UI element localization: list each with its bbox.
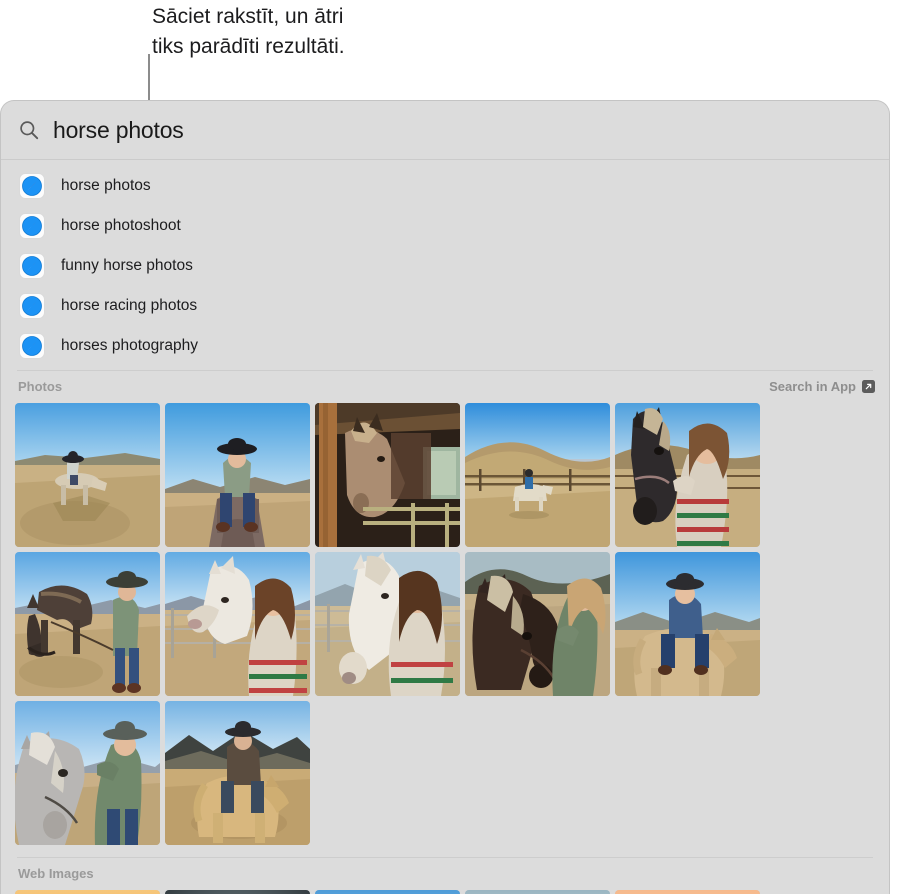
search-input-value[interactable]: horse photos: [53, 117, 184, 144]
web-images-thumbnail-grid: [1, 888, 889, 894]
safari-compass-icon: [19, 333, 45, 359]
photo-thumbnail[interactable]: [165, 701, 310, 845]
search-in-app-button[interactable]: Search in App: [769, 379, 875, 394]
photo-thumbnail[interactable]: [615, 552, 760, 696]
web-image-thumbnail[interactable]: [465, 890, 610, 894]
photo-thumbnail[interactable]: [465, 552, 610, 696]
photo-thumbnail[interactable]: [315, 552, 460, 696]
search-icon: [20, 121, 39, 140]
search-field[interactable]: horse photos: [1, 101, 889, 159]
web-image-thumbnail[interactable]: [15, 890, 160, 894]
web-images-section-title: Web Images: [18, 865, 94, 881]
suggestion-label: horses photography: [61, 337, 199, 354]
suggestion-label: horse racing photos: [61, 297, 198, 314]
search-in-app-label: Search in App: [769, 378, 856, 394]
photos-thumbnail-grid: [1, 401, 889, 845]
photo-thumbnail[interactable]: [15, 403, 160, 547]
photo-thumbnail[interactable]: [165, 552, 310, 696]
web-image-thumbnail[interactable]: [315, 890, 460, 894]
suggestion-item[interactable]: horses photography: [1, 326, 889, 366]
suggestion-label: funny horse photos: [61, 257, 193, 274]
web-image-thumbnail[interactable]: [165, 890, 310, 894]
photo-thumbnail[interactable]: [165, 403, 310, 547]
photos-section-header: Photos Search in App: [1, 371, 889, 401]
external-link-arrow-icon: [862, 379, 875, 393]
photo-thumbnail[interactable]: [465, 403, 610, 547]
photo-thumbnail[interactable]: [315, 403, 460, 547]
suggestion-item[interactable]: horse racing photos: [1, 286, 889, 326]
web-image-thumbnail[interactable]: [615, 890, 760, 894]
suggestion-item[interactable]: horse photos: [1, 166, 889, 206]
photo-thumbnail[interactable]: [15, 552, 160, 696]
photo-thumbnail[interactable]: [15, 701, 160, 845]
suggestion-item[interactable]: horse photoshoot: [1, 206, 889, 246]
safari-compass-icon: [19, 173, 45, 199]
photo-thumbnail[interactable]: [615, 403, 760, 547]
safari-compass-icon: [19, 253, 45, 279]
safari-search-panel: horse photos horse photos horse photosho…: [0, 100, 890, 894]
safari-compass-icon: [19, 213, 45, 239]
photos-section-title: Photos: [18, 378, 63, 394]
suggestion-item[interactable]: funny horse photos: [1, 246, 889, 286]
suggestion-label: horse photos: [61, 177, 151, 194]
callout-text: Sāciet rakstīt, un ātri tiks parādīti re…: [152, 5, 345, 58]
web-images-section-header: Web Images: [1, 858, 889, 888]
safari-compass-icon: [19, 293, 45, 319]
suggestion-list: horse photos horse photoshoot funny hors…: [1, 160, 889, 370]
suggestion-label: horse photoshoot: [61, 217, 181, 234]
screenshot-root: Sāciet rakstīt, un ātri tiks parādīti re…: [0, 0, 904, 894]
